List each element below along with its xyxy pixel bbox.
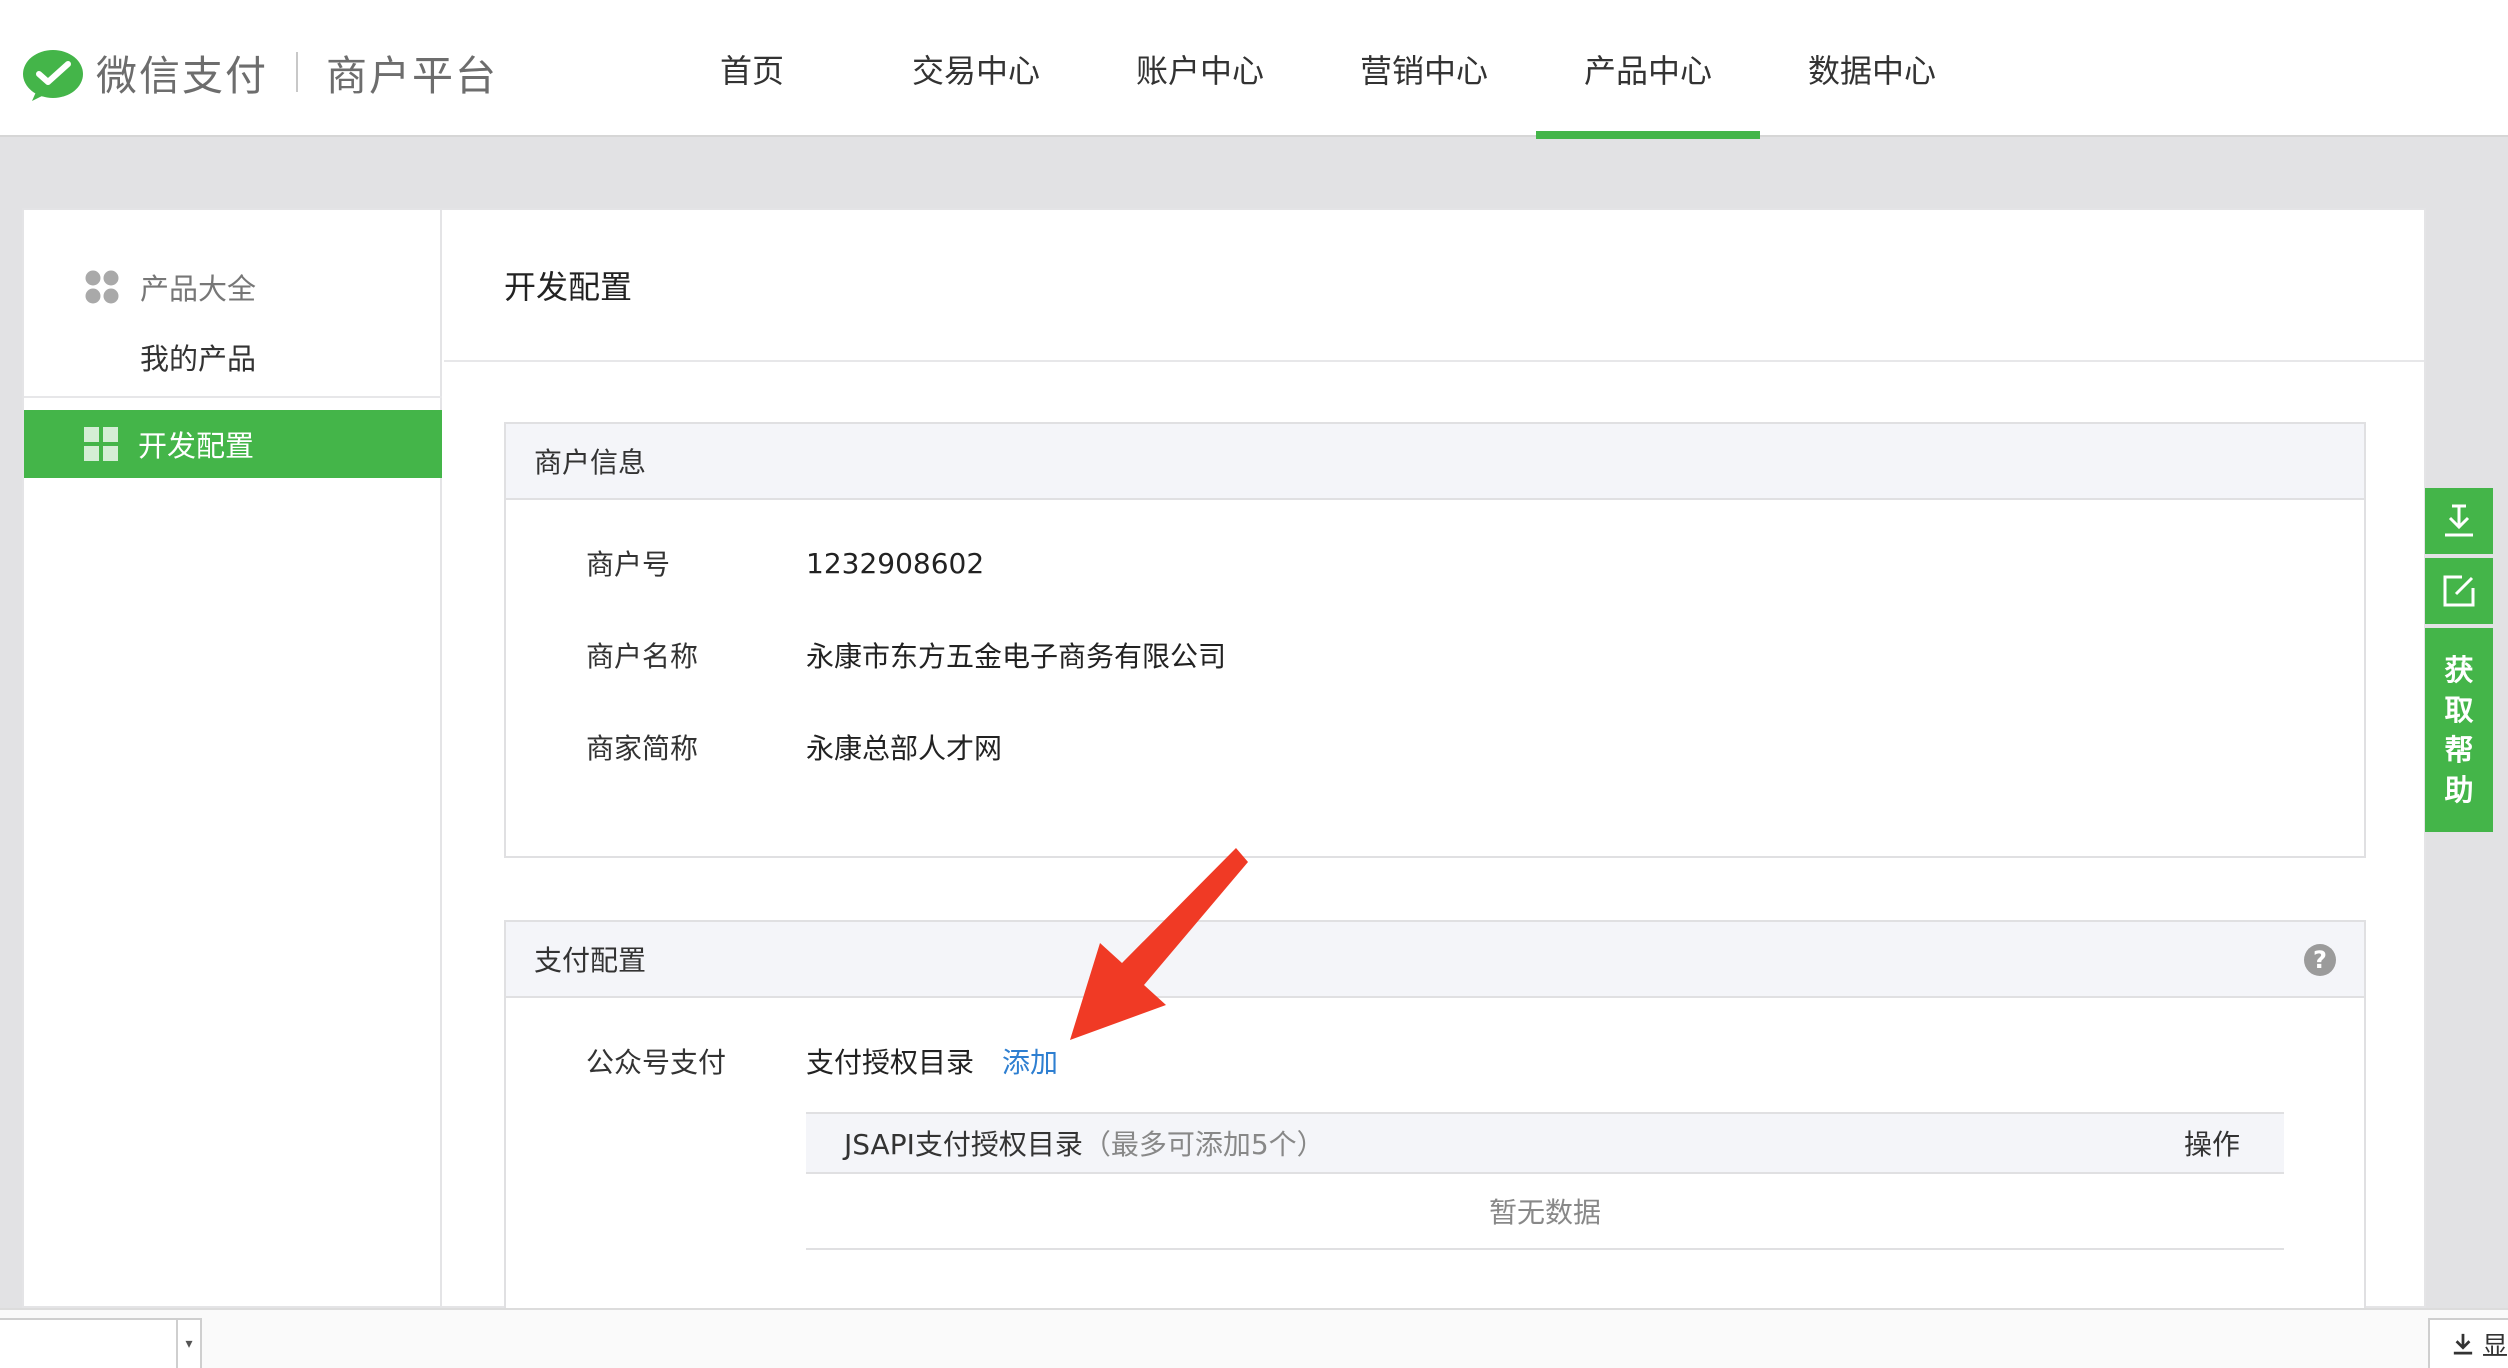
payment-config-header: 支付配置 ?: [506, 922, 2364, 998]
nav-marketing[interactable]: 营销中心: [1312, 0, 1536, 137]
top-navigation-bar: 微信支付 商户平台 首页 交易中心 账户中心 营销中心 产品中心 数据中心: [0, 0, 2508, 139]
get-help-float-button[interactable]: 获 取 帮 助: [2425, 628, 2493, 832]
merchant-id-value: 1232908602: [806, 546, 985, 580]
bottom-button-label: 显: [2481, 1331, 2508, 1362]
brand-platform: 商户平台: [326, 52, 498, 100]
bottom-show-button[interactable]: 显: [2428, 1318, 2508, 1368]
nav-data[interactable]: 数据中心: [1760, 0, 1984, 137]
auth-dir-table: JSAPI支付授权目录 （最多可添加5个） 操作 暂无数据: [806, 1112, 2284, 1250]
help-char-3: 帮: [2444, 733, 2474, 767]
sidebar-group-products[interactable]: 产品大全: [84, 264, 256, 310]
help-char-2: 取: [2444, 693, 2474, 727]
download-icon: [2453, 1333, 2473, 1355]
merchant-name-value: 永康市东方五金电子商务有限公司: [806, 640, 1227, 673]
sidebar-active-label: 开发配置: [138, 429, 255, 463]
chevron-down-icon: ▾: [176, 1320, 200, 1368]
auth-dir-label: 支付授权目录: [806, 1046, 975, 1079]
nav-home[interactable]: 首页: [640, 0, 864, 137]
page-title: 开发配置: [504, 268, 633, 306]
operation-column-header: 操作: [2183, 1128, 2240, 1161]
download-float-button[interactable]: [2425, 488, 2493, 554]
auth-dir-field: 支付授权目录 添加: [806, 1041, 1058, 1081]
title-divider: [444, 360, 2424, 362]
apps-icon: [85, 270, 119, 304]
main-content: 开发配置 商户信息 商户号 1232908602 商户名称 永康市东方五金电子商…: [444, 210, 2424, 1320]
help-char-4: 助: [2444, 773, 2474, 807]
empty-table-message: 暂无数据: [806, 1174, 2284, 1250]
sidebar-divider: [24, 396, 442, 398]
grid-icon: [84, 427, 118, 461]
main-nav: 首页 交易中心 账户中心 营销中心 产品中心 数据中心: [640, 0, 1984, 139]
sidebar: 产品大全 我的产品 开发配置: [24, 210, 442, 1306]
help-icon[interactable]: ?: [2304, 944, 2336, 976]
download-icon: [2445, 504, 2473, 537]
feedback-float-button[interactable]: [2425, 558, 2493, 624]
auth-dir-limit-tip: （最多可添加5个）: [1082, 1128, 1325, 1161]
brand-name: 微信支付: [96, 52, 268, 100]
merchant-short-name-value: 永康总部人才网: [806, 732, 1003, 765]
payment-config-panel: 支付配置 ? 公众号支付 支付授权目录 添加 JSAPI支付授权目录 （最多可添加…: [504, 920, 2366, 1320]
help-char-1: 获: [2444, 653, 2474, 687]
jsapi-pay-label: 公众号支付: [586, 1046, 727, 1079]
nav-products[interactable]: 产品中心: [1536, 0, 1760, 139]
sidebar-item-dev-config[interactable]: 开发配置: [24, 410, 442, 478]
edit-icon: [2443, 575, 2475, 607]
brand-title: 微信支付 商户平台: [96, 42, 498, 102]
nav-transactions[interactable]: 交易中心: [864, 0, 1088, 137]
add-auth-dir-link[interactable]: 添加: [1002, 1046, 1058, 1079]
merchant-short-name-label: 商家简称: [586, 732, 699, 765]
brand-separator: [296, 52, 298, 92]
payment-config-title: 支付配置: [534, 944, 647, 977]
sidebar-item-my-products[interactable]: 我的产品: [140, 332, 256, 382]
sidebar-group-label: 产品大全: [140, 272, 257, 306]
merchant-info-panel: 商户信息 商户号 1232908602 商户名称 永康市东方五金电子商务有限公司…: [504, 422, 2366, 858]
bottom-dropdown[interactable]: ▾: [0, 1318, 202, 1368]
auth-dir-column-header: JSAPI支付授权目录: [844, 1128, 1083, 1161]
merchant-id-label: 商户号: [586, 548, 671, 581]
merchant-name-label: 商户名称: [586, 640, 699, 673]
nav-account[interactable]: 账户中心: [1088, 0, 1312, 137]
wechat-pay-logo-icon: [23, 50, 83, 101]
bottom-browser-bar: ▾ 显: [0, 1308, 2508, 1368]
content-frame: 产品大全 我的产品 开发配置 开发配置 商户信息 商户号 1232908602 …: [22, 208, 2426, 1320]
auth-dir-table-header: JSAPI支付授权目录 （最多可添加5个） 操作: [806, 1112, 2284, 1174]
merchant-info-header: 商户信息: [506, 424, 2364, 500]
